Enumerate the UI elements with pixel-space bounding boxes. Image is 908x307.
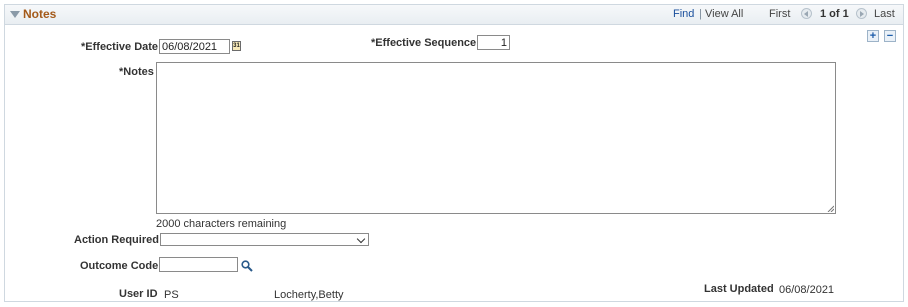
effective-sequence-input[interactable] bbox=[477, 35, 510, 50]
collapse-triangle-icon[interactable] bbox=[10, 11, 20, 18]
delete-row-button[interactable]: − bbox=[884, 30, 896, 42]
user-name-value: Locherty,Betty bbox=[274, 289, 344, 301]
lookup-icon[interactable] bbox=[241, 260, 253, 272]
last-label: Last bbox=[874, 8, 895, 20]
effective-date-input[interactable] bbox=[159, 39, 230, 54]
outcome-code-label: Outcome Code bbox=[80, 260, 159, 272]
last-updated-label: Last Updated bbox=[704, 283, 774, 295]
calendar-icon[interactable]: 31 bbox=[232, 41, 241, 51]
notes-panel: Notes Find | View All First 1 of 1 Last … bbox=[4, 4, 904, 302]
view-all-link[interactable]: View All bbox=[705, 8, 743, 20]
user-id-value: PS bbox=[164, 289, 179, 301]
effective-sequence-label: *Effective Sequence bbox=[371, 37, 477, 49]
add-row-button[interactable]: + bbox=[867, 30, 879, 42]
next-button[interactable] bbox=[856, 8, 867, 19]
first-label: First bbox=[769, 8, 791, 20]
previous-arrow-icon bbox=[804, 11, 808, 17]
notes-label: *Notes bbox=[119, 66, 154, 78]
resize-grip-icon[interactable] bbox=[827, 205, 834, 212]
notes-textarea[interactable] bbox=[156, 62, 836, 214]
nav-separator: | bbox=[699, 8, 702, 20]
chevron-down-icon bbox=[356, 234, 366, 244]
next-arrow-icon bbox=[860, 11, 864, 17]
chars-remaining-text: 2000 characters remaining bbox=[156, 218, 287, 230]
find-link[interactable]: Find bbox=[673, 8, 694, 20]
last-updated-value: 06/08/2021 bbox=[779, 284, 835, 296]
action-required-select[interactable] bbox=[160, 233, 369, 246]
outcome-code-input[interactable] bbox=[159, 257, 238, 272]
section-title: Notes bbox=[23, 7, 57, 21]
page-indicator: 1 of 1 bbox=[820, 8, 849, 20]
action-required-label: Action Required bbox=[74, 234, 159, 246]
effective-date-label: *Effective Date bbox=[81, 41, 159, 53]
previous-button[interactable] bbox=[801, 8, 812, 19]
section-header: Notes Find | View All First 1 of 1 Last bbox=[5, 5, 903, 25]
user-id-label: User ID bbox=[119, 288, 158, 300]
